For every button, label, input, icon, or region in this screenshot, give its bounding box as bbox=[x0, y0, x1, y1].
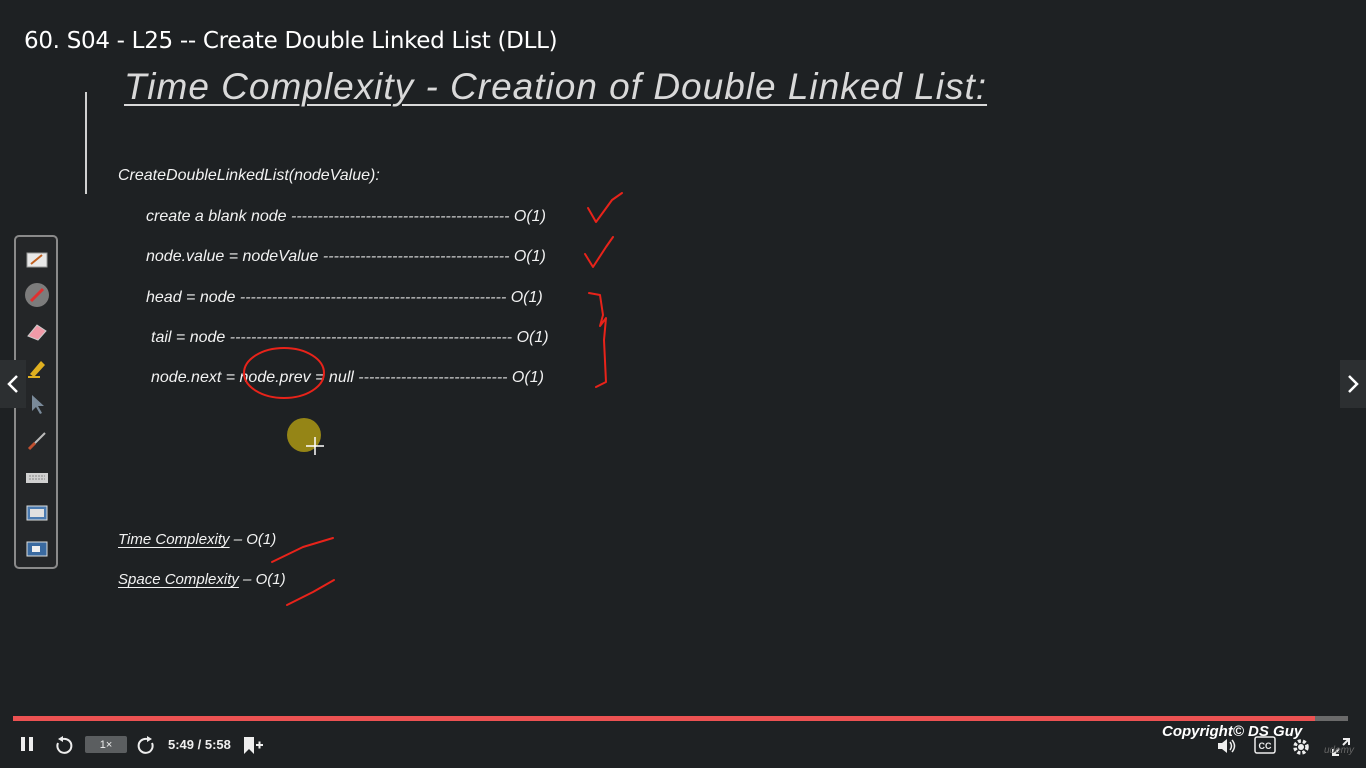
chevron-left-icon bbox=[7, 375, 18, 393]
summary-separator: – bbox=[229, 531, 247, 548]
time-separator: / bbox=[194, 737, 205, 752]
code-text-circled: node.prev bbox=[239, 369, 311, 386]
volume-icon bbox=[1218, 739, 1236, 753]
complexity-value: O(1) bbox=[513, 208, 546, 225]
complexity-value: O(1) bbox=[510, 289, 543, 306]
highlighter-icon[interactable] bbox=[24, 355, 50, 381]
bookmark-add-icon bbox=[244, 737, 263, 754]
complexity-value: O(1) bbox=[516, 329, 549, 346]
bracket-mark bbox=[588, 292, 607, 388]
summary-separator: – bbox=[238, 571, 256, 588]
underline-mark bbox=[271, 537, 334, 563]
code-text: = null bbox=[310, 369, 354, 386]
code-text: create a blank node bbox=[146, 208, 287, 225]
dash-leader: ----------------------------------------… bbox=[229, 329, 513, 346]
keyboard-icon[interactable] bbox=[24, 465, 50, 491]
complexity-value: O(1) bbox=[513, 248, 546, 265]
code-text: node.next = bbox=[151, 369, 240, 386]
whiteboard-icon[interactable] bbox=[24, 247, 50, 273]
summary-value: O(1) bbox=[255, 571, 286, 588]
code-text: tail = node bbox=[151, 329, 226, 346]
summary-line: Space Complexity – O(1) bbox=[118, 571, 286, 588]
code-text: node.value = nodeValue bbox=[146, 248, 319, 265]
crosshair-cursor-icon bbox=[306, 437, 324, 455]
summary-value: O(1) bbox=[246, 531, 277, 548]
add-bookmark-button[interactable] bbox=[242, 736, 264, 756]
captions-icon: CC bbox=[1254, 736, 1276, 754]
summary-label: Time Complexity bbox=[118, 531, 230, 548]
forward-button[interactable] bbox=[137, 736, 157, 756]
slide-heading: Time Complexity - Creation of Double Lin… bbox=[124, 66, 988, 107]
pen-icon[interactable] bbox=[24, 282, 50, 308]
rewind-button[interactable] bbox=[53, 736, 73, 756]
underline-mark bbox=[286, 579, 335, 606]
summary-label: Space Complexity bbox=[118, 571, 239, 588]
forward-icon bbox=[137, 736, 154, 754]
chevron-right-icon bbox=[1348, 375, 1359, 393]
code-text: head = node bbox=[146, 289, 236, 306]
checkmark-icon bbox=[587, 192, 623, 223]
dash-leader: ---------------------------- bbox=[358, 369, 508, 386]
code-line: node.value = nodeValue -----------------… bbox=[146, 248, 546, 266]
monitor-icon[interactable] bbox=[24, 537, 50, 563]
rewind-icon bbox=[56, 736, 73, 754]
checkmark-icon bbox=[584, 236, 614, 268]
code-line: node.next = node.prev = null -----------… bbox=[151, 369, 544, 387]
code-line: tail = node ----------------------------… bbox=[151, 329, 549, 347]
progress-bar[interactable] bbox=[13, 716, 1348, 721]
dash-leader: ----------------------------------------… bbox=[239, 289, 507, 306]
current-time: 5:49 bbox=[168, 737, 195, 752]
svg-text:CC: CC bbox=[1259, 741, 1272, 751]
playback-speed-button[interactable]: 1× bbox=[85, 736, 127, 753]
code-line: head = node ----------------------------… bbox=[146, 289, 543, 307]
next-lecture-button[interactable] bbox=[1340, 360, 1366, 408]
dash-leader: ----------------------------------- bbox=[322, 248, 510, 265]
volume-button[interactable] bbox=[1216, 736, 1238, 756]
captions-button[interactable]: CC bbox=[1254, 736, 1276, 754]
gear-icon bbox=[1293, 739, 1309, 755]
complexity-value: O(1) bbox=[511, 369, 544, 386]
pause-button[interactable] bbox=[20, 736, 34, 752]
settings-button[interactable] bbox=[1290, 736, 1312, 758]
pointer-icon[interactable] bbox=[24, 391, 50, 417]
summary-line: Time Complexity – O(1) bbox=[118, 531, 276, 548]
duration: 5:58 bbox=[204, 737, 231, 752]
heading-accent-bar bbox=[85, 92, 87, 194]
code-line: create a blank node --------------------… bbox=[146, 208, 546, 226]
eraser-icon[interactable] bbox=[24, 319, 50, 345]
dash-leader: ----------------------------------------… bbox=[291, 208, 510, 225]
player-controls: 1× 5:49 / 5:58 CC bbox=[0, 726, 1366, 768]
function-signature: CreateDoubleLinkedList(nodeValue): bbox=[118, 167, 380, 184]
prev-lecture-button[interactable] bbox=[0, 360, 26, 408]
screen-icon[interactable] bbox=[24, 501, 50, 527]
time-display: 5:49 / 5:58 bbox=[168, 737, 231, 752]
udemy-watermark: udemy bbox=[1324, 745, 1355, 756]
video-title: 60. S04 - L25 -- Create Double Linked Li… bbox=[24, 28, 558, 54]
pause-icon bbox=[21, 737, 33, 751]
progress-fill bbox=[13, 716, 1315, 721]
brush-icon[interactable] bbox=[24, 428, 50, 454]
